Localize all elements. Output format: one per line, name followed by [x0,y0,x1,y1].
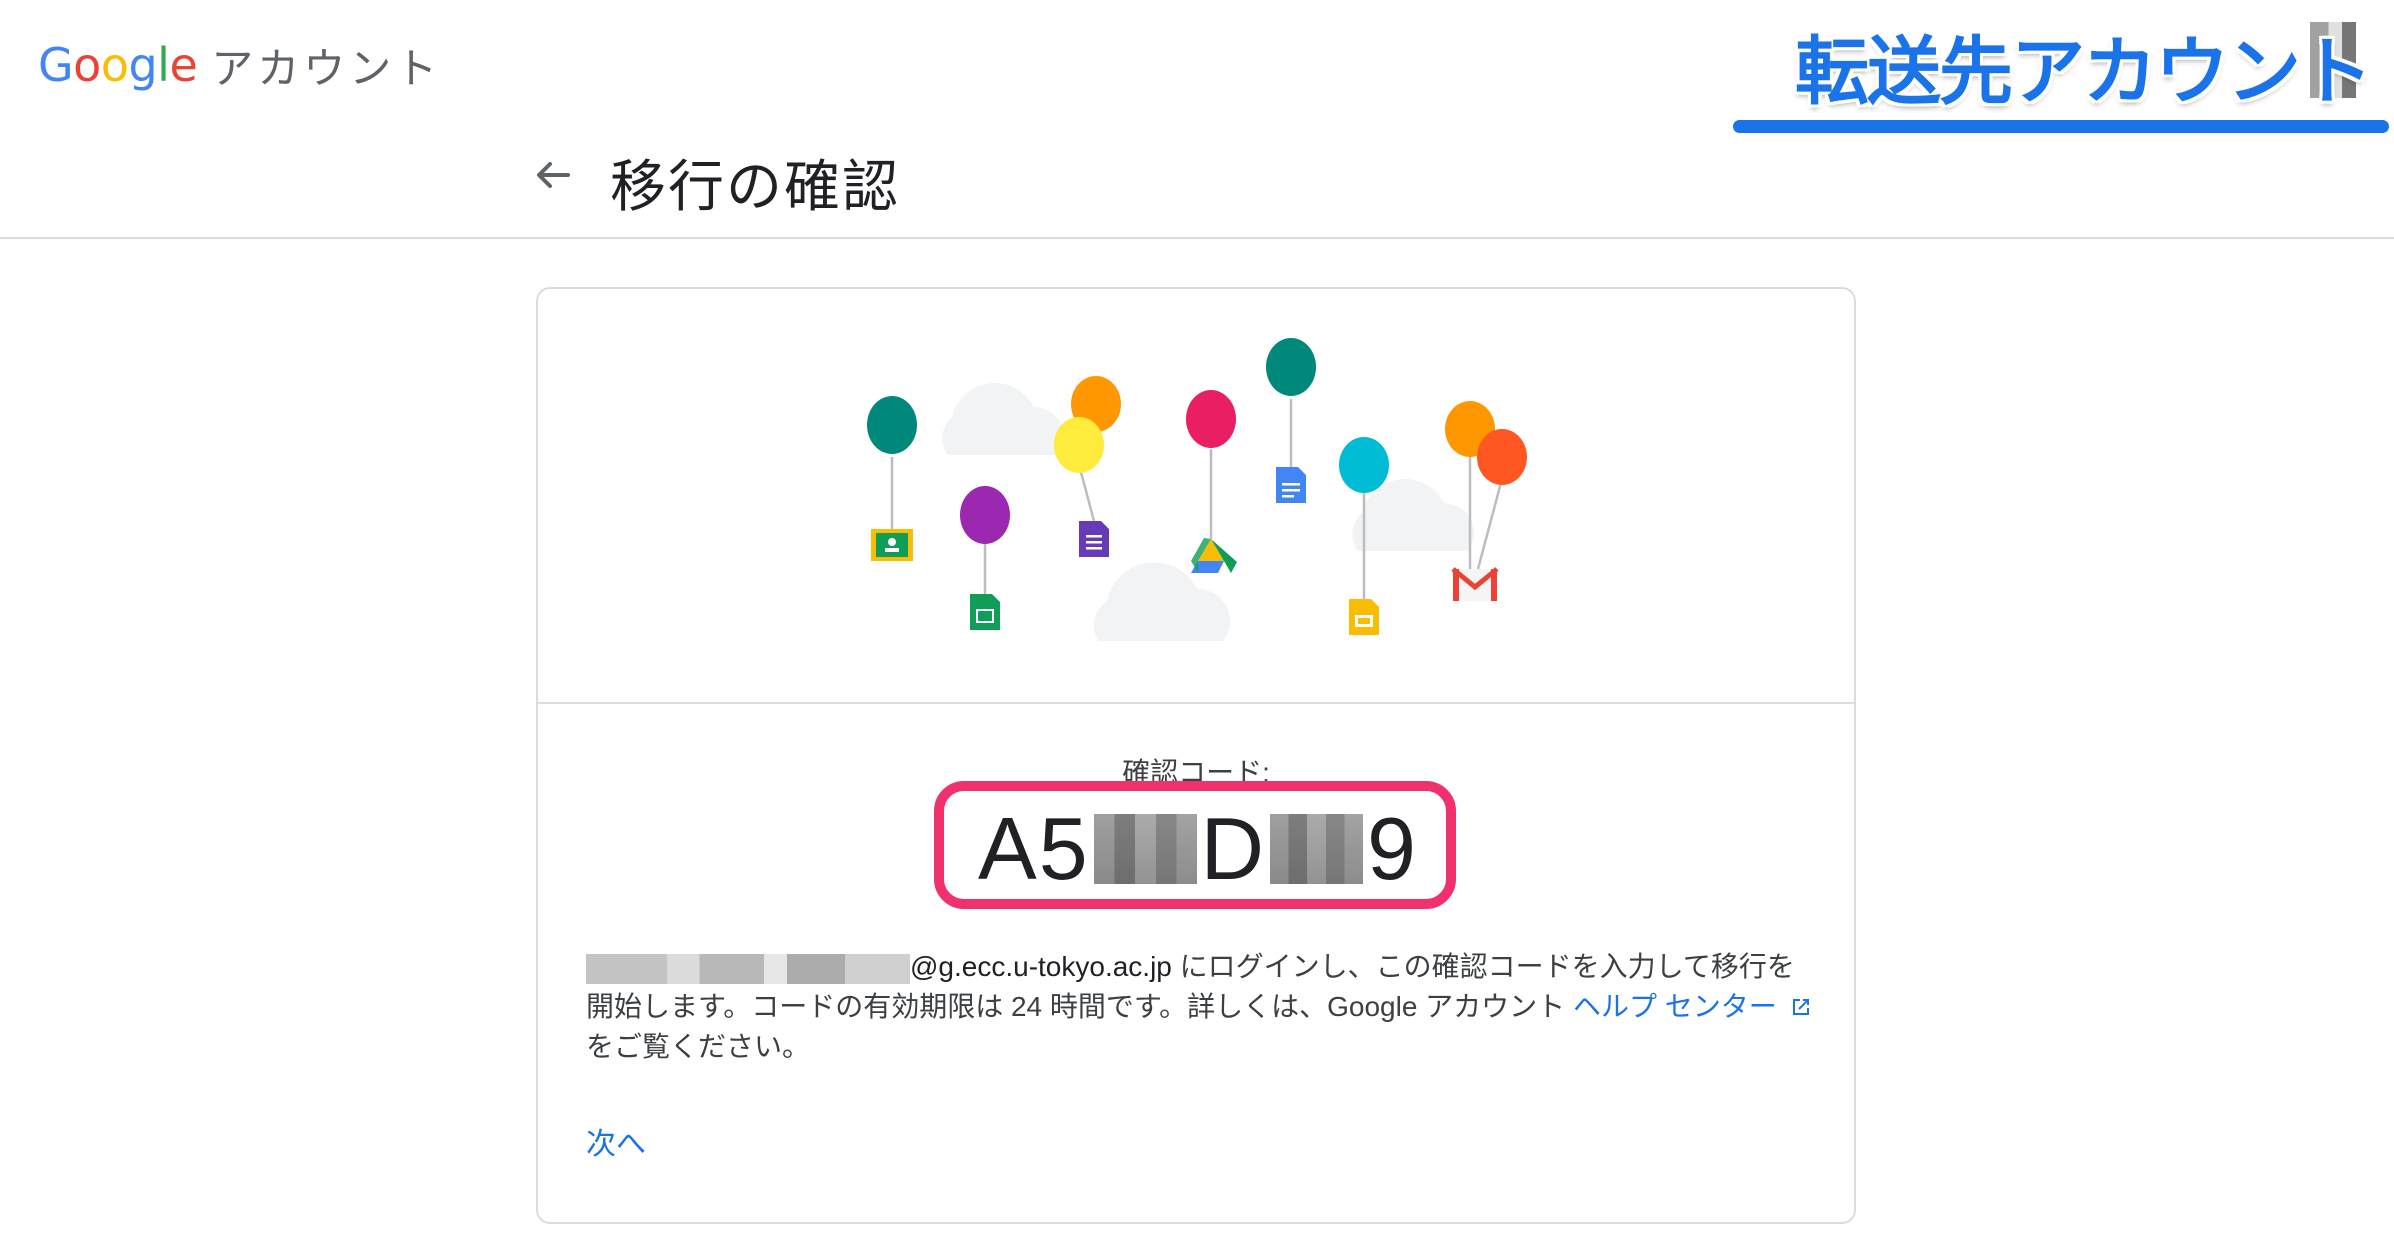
instructions-text: @g.ecc.u-tokyo.ac.jp にログインし、この確認コードを入力して… [586,947,1816,1067]
open-in-new-icon [1792,999,1809,1015]
arrow-back-icon[interactable] [528,150,578,200]
google-account-logo[interactable]: Google アカウント [38,30,441,100]
gmail-icon [1451,567,1499,601]
redacted-code-segment [1093,814,1197,884]
email-domain: @g.ecc.u-tokyo.ac.jp [910,951,1172,982]
sheets-icon [970,594,1000,630]
verification-code: A5 D 9 [978,799,1418,899]
badge-text: 転送先アカウント [1795,29,2373,115]
code-part: 9 [1367,799,1418,898]
balloons-illustration [538,289,1854,704]
drive-icon [1191,538,1237,573]
next-button[interactable]: 次へ [586,1119,646,1163]
instructions-tail: をご覧ください。 [586,1031,811,1062]
classroom-icon [871,529,913,561]
annotation-badge: 転送先アカウント [1795,18,2373,115]
redacted-email [586,953,910,984]
google-logo-word: Google [38,38,198,92]
forms-icon [1079,521,1109,557]
badge-underline [1733,120,2389,133]
top-bar: Google アカウント 転送先アカウント 移行の確認 [0,0,2394,239]
redacted-code-segment [1270,814,1364,884]
slides-icon [1349,599,1379,635]
verification-card: 確認コード: A5 D 9 @g.ecc.u-tokyo.ac.jp にログイン… [536,287,1856,1224]
docs-icon [1276,467,1306,503]
page-title: 移行の確認 [610,155,900,220]
logo-product-name: アカウント [211,43,442,93]
code-part: D [1200,799,1267,898]
help-center-link[interactable]: ヘルプ センター [1573,991,1813,1022]
code-part: A5 [978,799,1090,898]
